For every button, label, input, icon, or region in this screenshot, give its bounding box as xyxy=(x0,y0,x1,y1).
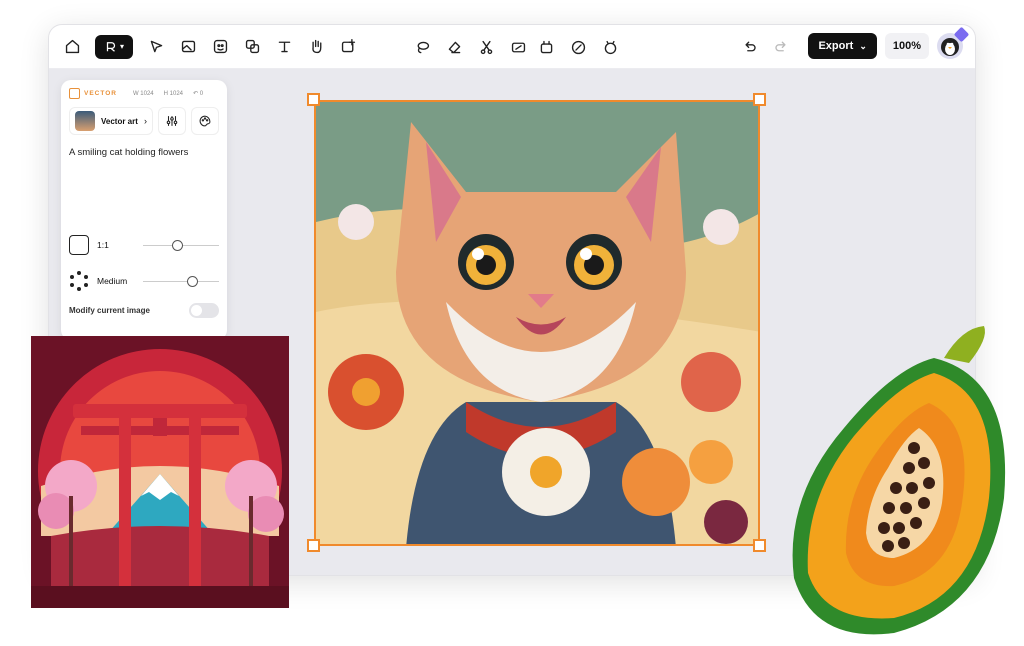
modify-toggle[interactable] xyxy=(189,303,219,318)
export-label: Export xyxy=(818,40,854,52)
ai-tools-group-2 xyxy=(533,34,629,60)
modify-label: Modify current image xyxy=(69,306,150,315)
sliders-icon xyxy=(166,116,178,126)
stage: ▾ Export ⌄ 100% VECTOR W 1024 H 1024 ↶ 0… xyxy=(0,0,1024,646)
resize-handle-bottom-left[interactable] xyxy=(307,539,320,552)
ratio-label: 1:1 xyxy=(97,240,109,250)
adjust-settings-button[interactable] xyxy=(158,107,186,135)
face-icon[interactable] xyxy=(207,34,233,60)
chevron-down-icon: ▾ xyxy=(119,42,124,51)
undo-icon[interactable] xyxy=(736,33,762,59)
panel-title: VECTOR xyxy=(84,90,117,97)
eraser-icon[interactable] xyxy=(441,34,467,60)
rotation-number: 0 xyxy=(199,91,204,97)
scissors-icon[interactable] xyxy=(473,34,499,60)
layers-icon[interactable] xyxy=(239,34,265,60)
canvas-image-cat[interactable] xyxy=(314,100,760,546)
image-add-icon[interactable] xyxy=(335,34,361,60)
generation-panel: VECTOR W 1024 H 1024 ↶ 0 Vector art › A … xyxy=(61,80,227,340)
chevron-down-icon: ⌄ xyxy=(859,40,867,51)
width-value[interactable]: W 1024 xyxy=(133,91,154,97)
text-icon[interactable] xyxy=(271,34,297,60)
lasso-icon[interactable] xyxy=(409,34,435,60)
ai-tools-group xyxy=(409,34,537,60)
papaya-illustration xyxy=(784,318,1012,640)
select-icon[interactable] xyxy=(143,34,169,60)
ratio-slider[interactable] xyxy=(143,239,219,251)
edit-icon[interactable] xyxy=(565,34,591,60)
quality-slider[interactable] xyxy=(143,275,219,287)
top-toolbar: ▾ Export ⌄ 100% xyxy=(49,25,975,69)
image-icon[interactable] xyxy=(175,34,201,60)
resize-icon[interactable] xyxy=(505,34,531,60)
palette-icon xyxy=(199,115,211,127)
quality-slider-knob[interactable] xyxy=(187,275,199,287)
quality-dots-icon xyxy=(69,271,89,291)
export-button[interactable]: Export ⌄ xyxy=(808,33,877,59)
ratio-row: 1:1 xyxy=(61,227,227,263)
quality-row: Medium xyxy=(61,263,227,299)
style-name: Vector art xyxy=(101,116,138,126)
torii-gate-illustration xyxy=(31,336,289,608)
redo-icon[interactable] xyxy=(768,33,794,59)
vector-logo-icon xyxy=(69,88,80,99)
aspect-ratio-icon xyxy=(69,235,89,255)
quality-label: Medium xyxy=(97,276,128,286)
resize-handle-bottom-right[interactable] xyxy=(753,539,766,552)
height-value[interactable]: H 1024 xyxy=(164,91,183,97)
toolbar-right: Export ⌄ 100% xyxy=(736,26,970,59)
torii-art xyxy=(31,336,289,608)
zoom-level[interactable]: 100% xyxy=(884,33,929,59)
logo-menu-button[interactable]: ▾ xyxy=(95,34,133,59)
avatar[interactable] xyxy=(937,26,970,59)
palette-button[interactable] xyxy=(191,107,219,135)
resize-handle-top-right[interactable] xyxy=(753,93,766,106)
chevron-right-icon: › xyxy=(144,116,147,126)
upscale-icon[interactable] xyxy=(533,34,559,60)
style-thumbnail xyxy=(75,111,95,131)
panel-header: VECTOR W 1024 H 1024 ↶ 0 xyxy=(61,80,227,99)
modify-row: Modify current image xyxy=(61,299,227,322)
rotation-value[interactable]: ↶ 0 xyxy=(193,90,203,97)
cat-illustration xyxy=(316,102,758,544)
papaya-art xyxy=(792,326,1006,635)
resize-handle-top-left[interactable] xyxy=(307,93,320,106)
home-icon[interactable] xyxy=(59,34,85,60)
magic-icon[interactable] xyxy=(597,34,623,60)
prompt-input[interactable]: A smiling cat holding flowers xyxy=(61,135,227,227)
style-selector[interactable]: Vector art › xyxy=(69,107,153,135)
ratio-slider-knob[interactable] xyxy=(172,239,184,251)
style-row: Vector art › xyxy=(61,99,227,135)
hand-icon[interactable] xyxy=(303,34,329,60)
